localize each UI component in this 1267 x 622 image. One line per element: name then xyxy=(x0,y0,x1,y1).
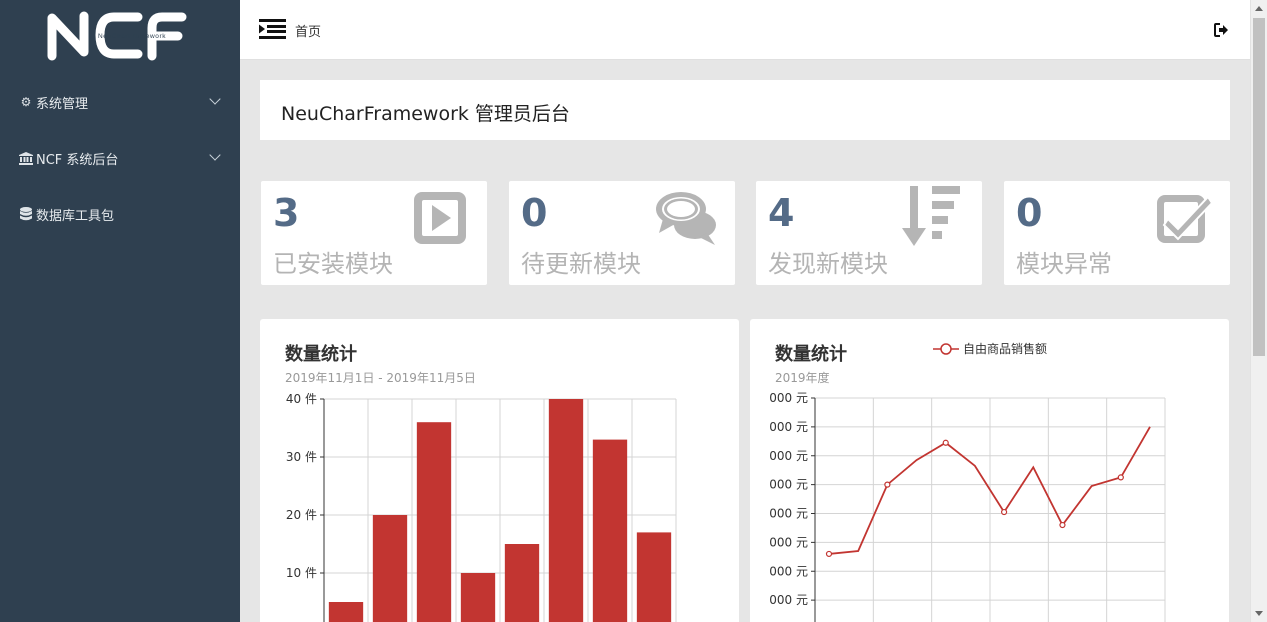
bar-chart: 10 件 20 件 30 件 40 件 xyxy=(286,392,677,622)
bar xyxy=(548,399,584,622)
bar xyxy=(372,515,408,622)
legend-label: 自由商品销售额 xyxy=(963,341,1047,356)
bar xyxy=(460,573,496,622)
y-tick-label: 000 元 xyxy=(769,564,808,578)
check-square-icon xyxy=(1157,195,1212,243)
top-navbar: 首页 xyxy=(240,0,1250,60)
bank-icon xyxy=(19,151,33,165)
y-tick-label: 000 元 xyxy=(769,449,808,463)
sidebar: NeuCharFramework ⚙ 系统管理 NCF 系统后台 数据库工具包 xyxy=(0,0,240,622)
play-square-icon xyxy=(414,192,466,244)
sign-out-icon[interactable] xyxy=(1214,23,1228,37)
sidebar-item-label: NCF 系统后台 xyxy=(36,152,119,168)
data-point xyxy=(942,439,949,446)
stat-value: 0 xyxy=(1016,191,1043,235)
stat-card-installed[interactable]: 3 已安装模块 xyxy=(261,181,487,285)
scroll-thumb[interactable] xyxy=(1253,18,1265,356)
y-tick-label: 000 元 xyxy=(769,535,808,549)
line-chart-panel: 数量统计 2019年度 自由商品销售额 000 元 000 元 000 元 000 元0… xyxy=(750,319,1229,622)
gear-icon: ⚙ xyxy=(20,95,32,109)
stat-label: 已安装模块 xyxy=(273,250,393,278)
y-tick-label: 000 元 xyxy=(769,391,808,405)
stat-value: 3 xyxy=(273,191,300,235)
y-tick-label: 20 件 xyxy=(286,508,317,522)
line-chart: 自由商品销售额 000 元 000 元 000 元 000 元 000 元 000 元 000… xyxy=(769,341,1166,622)
bar-chart-panel: 数量统计 2019年11月1日 - 2019年11月5日 10 件 20 件 30 … xyxy=(260,319,739,622)
chevron-down-icon xyxy=(209,149,221,161)
logo-subtext: NeuCharFramework xyxy=(98,33,166,40)
scroll-down-arrow-icon[interactable] xyxy=(1255,611,1263,616)
data-point xyxy=(1117,474,1124,481)
y-tick-label: 000 元 xyxy=(769,593,808,607)
data-point xyxy=(825,550,833,558)
page-title-panel: NeuCharFramework 管理员后台 xyxy=(260,80,1230,140)
stat-card-new-modules[interactable]: 4 发现新模块 xyxy=(756,181,982,285)
y-tick-label: 10 件 xyxy=(286,566,317,580)
stat-card-pending-update[interactable]: 0 待更新模块 xyxy=(509,181,735,285)
bar xyxy=(636,532,672,622)
stat-label: 发现新模块 xyxy=(768,250,888,278)
data-point xyxy=(884,481,891,488)
comments-icon xyxy=(656,192,716,245)
page-scrollbar[interactable] xyxy=(1250,0,1267,622)
stat-value: 0 xyxy=(521,191,548,235)
bar xyxy=(328,602,364,622)
stat-card-module-errors[interactable]: 0 模块异常 xyxy=(1004,181,1230,285)
sidebar-item-system-management[interactable]: ⚙ 系统管理 xyxy=(0,82,240,122)
bar xyxy=(416,422,452,622)
breadcrumb-home[interactable]: 首页 xyxy=(295,21,321,40)
database-icon xyxy=(19,207,33,221)
page-title: NeuCharFramework 管理员后台 xyxy=(281,103,570,125)
chevron-down-icon xyxy=(209,93,221,105)
bar xyxy=(504,544,540,622)
scroll-up-arrow-icon[interactable] xyxy=(1255,6,1263,11)
stat-label: 模块异常 xyxy=(1016,250,1112,278)
sidebar-item-label: 系统管理 xyxy=(36,96,89,112)
y-tick-label: 30 件 xyxy=(286,450,317,464)
sort-amount-desc-icon xyxy=(902,186,960,246)
y-tick-label: 40 件 xyxy=(286,392,317,406)
y-tick-label: 000 元 xyxy=(769,420,808,434)
y-tick-label: 000 元 xyxy=(769,478,808,492)
data-point xyxy=(1000,508,1008,516)
legend-marker xyxy=(940,343,952,355)
sidebar-item-label: 数据库工具包 xyxy=(36,208,115,224)
y-tick-label: 000 元 xyxy=(769,507,808,521)
bar xyxy=(592,439,628,622)
sidebar-item-database-tools[interactable]: 数据库工具包 xyxy=(0,194,240,234)
menu-toggle-icon[interactable] xyxy=(259,19,286,39)
stat-label: 待更新模块 xyxy=(521,250,641,278)
data-point xyxy=(1059,521,1066,529)
ncf-logo[interactable]: NeuCharFramework xyxy=(44,8,196,62)
stat-value: 4 xyxy=(768,191,795,235)
sidebar-item-ncf-backend[interactable]: NCF 系统后台 xyxy=(0,138,240,178)
